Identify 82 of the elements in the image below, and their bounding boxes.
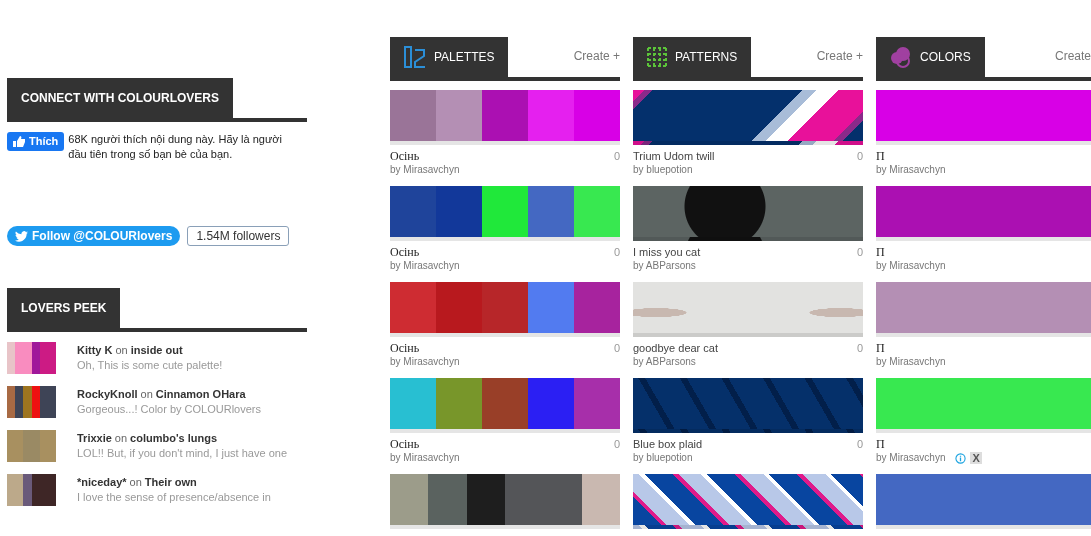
author-link[interactable]: by Mirasavchyn (390, 259, 460, 273)
palette-swatch[interactable] (390, 186, 620, 241)
palette-swatch[interactable] (390, 378, 620, 433)
item-title[interactable]: goodbye dear cat (633, 341, 718, 355)
color-swatch[interactable] (876, 378, 1091, 433)
palette-link[interactable]: Cinnamon OHara (155, 386, 246, 402)
grid-icon (647, 47, 667, 67)
love-count: 0 (613, 245, 620, 259)
item-title[interactable]: П (876, 437, 885, 451)
follower-count: 1.54M followers (187, 226, 290, 246)
palette-icon (404, 46, 426, 68)
palette-swatch[interactable] (390, 90, 620, 145)
author-link[interactable]: by Mirasavchyn (876, 451, 946, 465)
palette-link[interactable]: Their own (144, 474, 197, 490)
user-link[interactable]: *niceday* (77, 474, 127, 490)
color-circles-icon (890, 46, 912, 68)
author-link[interactable]: by ABParsons (633, 259, 696, 273)
pattern-swatch[interactable] (633, 90, 863, 145)
connector-text: on (140, 387, 153, 402)
love-count: 0 (856, 245, 863, 259)
palette-thumbnail[interactable] (7, 342, 56, 374)
user-link[interactable]: RockyKnoll (77, 386, 138, 402)
like-button[interactable]: Thích (7, 132, 65, 151)
item-title[interactable]: Осінь (390, 245, 420, 259)
palette-link[interactable]: columbo's lungs (130, 430, 218, 446)
bird-icon (15, 230, 28, 242)
comment-text: Oh, This is some cute palette! (77, 358, 223, 373)
create-link[interactable]: Create + (573, 47, 620, 77)
palette-thumbnail[interactable] (7, 430, 56, 462)
author-link[interactable]: by Mirasavchyn (390, 451, 460, 465)
close-button[interactable]: X (970, 452, 982, 464)
love-count: 0 (613, 341, 620, 355)
thumbs-up-icon (13, 136, 25, 147)
author-link[interactable]: by Mirasavchyn (876, 259, 946, 273)
user-link[interactable]: Kitty K (77, 342, 113, 358)
love-count: 0 (613, 149, 620, 163)
connector-text: on (115, 343, 128, 358)
connector-text: on (129, 475, 142, 490)
section-heading: CONNECT WITH COLOURLOVERS (7, 78, 233, 118)
item-title[interactable]: Trium Udom twill (633, 149, 715, 163)
love-count: 0 (856, 437, 863, 451)
item-title[interactable]: П (876, 245, 885, 259)
palette-thumbnail[interactable] (7, 474, 56, 506)
item-title[interactable]: Осінь (390, 149, 420, 163)
palette-swatch[interactable] (390, 474, 620, 529)
item-title[interactable]: I miss you cat (633, 245, 701, 259)
color-swatch[interactable] (876, 90, 1091, 145)
palette-thumbnail[interactable] (7, 386, 56, 418)
author-link[interactable]: by bluepotion (633, 163, 693, 177)
pattern-swatch[interactable] (633, 282, 863, 337)
color-swatch[interactable] (876, 282, 1091, 337)
user-link[interactable]: Trixxie (77, 430, 112, 446)
author-link[interactable]: by bluepotion (633, 451, 693, 465)
author-link[interactable]: by Mirasavchyn (390, 163, 460, 177)
color-swatch[interactable] (876, 186, 1091, 241)
item-title[interactable]: Blue box plaid (633, 437, 703, 451)
love-count: 0 (613, 437, 620, 451)
item-title[interactable]: П (876, 149, 885, 163)
section-heading: LOVERS PEEK (7, 288, 121, 328)
item-title[interactable]: Осінь (390, 341, 420, 355)
palette-swatch[interactable] (390, 282, 620, 337)
author-link[interactable]: by Mirasavchyn (390, 355, 460, 369)
item-title[interactable]: П (876, 341, 885, 355)
pattern-swatch[interactable] (633, 186, 863, 241)
create-link[interactable]: Create + (816, 47, 863, 77)
create-link[interactable]: Create (1054, 47, 1091, 77)
color-swatch[interactable] (876, 474, 1091, 529)
palette-link[interactable]: inside out (130, 342, 183, 358)
comment-text: Gorgeous...! Color by COLOURlovers (77, 402, 261, 417)
comment-text: I love the sense of presence/absence in (77, 490, 271, 505)
love-count: 0 (856, 341, 863, 355)
pattern-swatch[interactable] (633, 378, 863, 433)
item-title[interactable]: Осінь (390, 437, 420, 451)
author-link[interactable]: by Mirasavchyn (876, 355, 946, 369)
info-icon[interactable] (955, 452, 967, 464)
like-count-text: 68K người thích nội dung này. Hãy là người đầu tiên trong số bạn bè của bạn. (68, 132, 283, 162)
comment-text: LOL!! But, if you don't mind, I just have one (77, 446, 287, 461)
love-count: 0 (856, 149, 863, 163)
connector-text: on (114, 431, 128, 446)
pattern-swatch[interactable] (633, 474, 863, 529)
author-link[interactable]: by ABParsons (633, 355, 696, 369)
author-link[interactable]: by Mirasavchyn (876, 163, 946, 177)
